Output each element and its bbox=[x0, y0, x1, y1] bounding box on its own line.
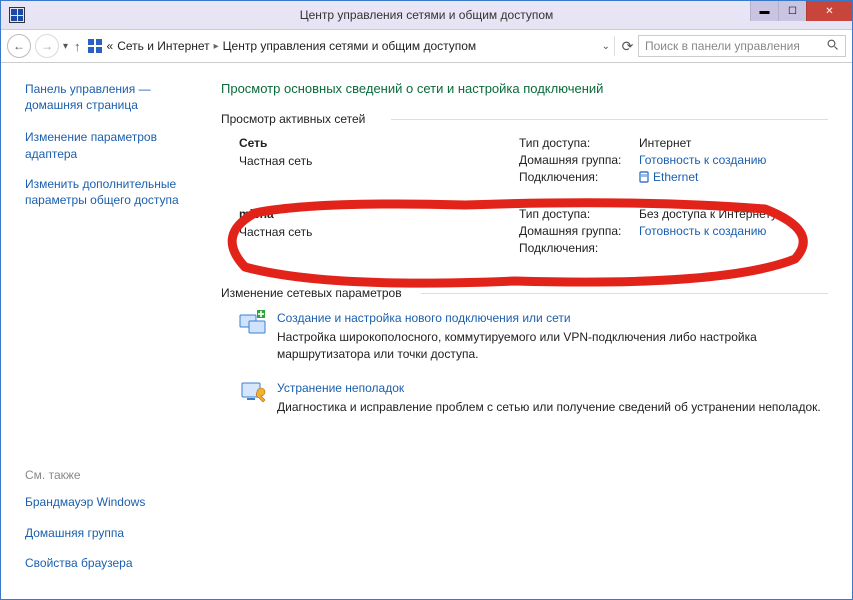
troubleshoot-icon bbox=[239, 380, 267, 404]
setting-desc: Диагностика и исправление проблем с сеть… bbox=[277, 400, 821, 414]
breadcrumb-item[interactable]: Центр управления сетями и общим доступом bbox=[223, 39, 477, 53]
network-block: Сеть Частная сеть Тип доступа:Интернет Д… bbox=[221, 136, 828, 187]
breadcrumb[interactable]: « Сеть и Интернет ▸ Центр управления сет… bbox=[87, 38, 610, 54]
sidebar-link-adapter-settings[interactable]: Изменение параметров адаптера bbox=[25, 129, 197, 161]
network-name: Сеть bbox=[239, 136, 519, 150]
new-connection-icon bbox=[239, 310, 267, 334]
see-also-label: См. также bbox=[25, 468, 197, 482]
refresh-button[interactable]: ⟳ bbox=[614, 36, 634, 56]
breadcrumb-item[interactable]: Сеть и Интернет bbox=[117, 39, 209, 53]
value-access-type: Без доступа к Интернету bbox=[639, 207, 777, 221]
chevron-down-icon[interactable]: ⌄ bbox=[602, 41, 610, 52]
chevron-right-icon: ▸ bbox=[214, 41, 219, 52]
network-category-icon bbox=[87, 38, 103, 54]
label-access-type: Тип доступа: bbox=[519, 207, 639, 221]
page-title: Просмотр основных сведений о сети и наст… bbox=[221, 81, 828, 96]
breadcrumb-prefix: « bbox=[107, 39, 114, 53]
label-homegroup: Домашняя группа: bbox=[519, 224, 639, 238]
close-button[interactable]: ✕ bbox=[806, 1, 852, 21]
link-troubleshoot[interactable]: Устранение неполадок bbox=[277, 380, 821, 397]
setting-row: Создание и настройка нового подключения … bbox=[221, 310, 828, 362]
sidebar-link-browser-properties[interactable]: Свойства браузера bbox=[25, 555, 197, 571]
network-block: misha Частная сеть Тип доступа:Без досту… bbox=[221, 207, 828, 258]
search-input[interactable]: Поиск в панели управления bbox=[638, 35, 846, 57]
up-button[interactable]: ↑ bbox=[74, 39, 81, 54]
sidebar-link-homegroup[interactable]: Домашняя группа bbox=[25, 525, 197, 541]
back-button[interactable]: ← bbox=[7, 34, 31, 58]
value-access-type: Интернет bbox=[639, 136, 691, 150]
sidebar-link-sharing-settings[interactable]: Изменить дополнительные параметры общего… bbox=[25, 176, 197, 208]
search-placeholder: Поиск в панели управления bbox=[645, 39, 800, 53]
sidebar: Панель управления — домашняя страница Из… bbox=[1, 63, 211, 599]
link-new-connection[interactable]: Создание и настройка нового подключения … bbox=[277, 310, 828, 327]
minimize-button[interactable]: ▬ bbox=[750, 1, 778, 21]
ethernet-icon bbox=[639, 171, 649, 183]
setting-row: Устранение неполадок Диагностика и испра… bbox=[221, 380, 828, 416]
label-connections: Подключения: bbox=[519, 241, 639, 255]
setting-desc: Настройка широкополосного, коммутируемог… bbox=[277, 330, 757, 361]
window-title: Центр управления сетями и общим доступом bbox=[1, 8, 852, 22]
network-type: Частная сеть bbox=[239, 154, 519, 168]
toolbar: ← → ▾ ↑ « Сеть и Интернет ▸ Центр управл… bbox=[1, 29, 852, 63]
search-icon bbox=[827, 39, 839, 54]
sidebar-link-firewall[interactable]: Брандмауэр Windows bbox=[25, 494, 197, 510]
link-homegroup[interactable]: Готовность к созданию bbox=[639, 153, 766, 167]
label-connections: Подключения: bbox=[519, 170, 639, 184]
forward-button[interactable]: → bbox=[35, 34, 59, 58]
label-access-type: Тип доступа: bbox=[519, 136, 639, 150]
network-name: misha bbox=[239, 207, 519, 221]
label-homegroup: Домашняя группа: bbox=[519, 153, 639, 167]
titlebar: Центр управления сетями и общим доступом… bbox=[1, 1, 852, 29]
sidebar-home-link[interactable]: Панель управления — домашняя страница bbox=[25, 81, 197, 113]
link-homegroup[interactable]: Готовность к созданию bbox=[639, 224, 766, 238]
window-controls: ▬ ☐ ✕ bbox=[750, 1, 852, 21]
network-type: Частная сеть bbox=[239, 225, 519, 239]
main-panel: Просмотр основных сведений о сети и наст… bbox=[211, 63, 852, 599]
link-connection[interactable]: Ethernet bbox=[639, 170, 698, 184]
recent-dropdown[interactable]: ▾ bbox=[63, 41, 68, 52]
group-active-networks: Просмотр активных сетей bbox=[221, 112, 828, 126]
maximize-button[interactable]: ☐ bbox=[778, 1, 806, 21]
group-network-settings: Изменение сетевых параметров bbox=[221, 286, 828, 300]
